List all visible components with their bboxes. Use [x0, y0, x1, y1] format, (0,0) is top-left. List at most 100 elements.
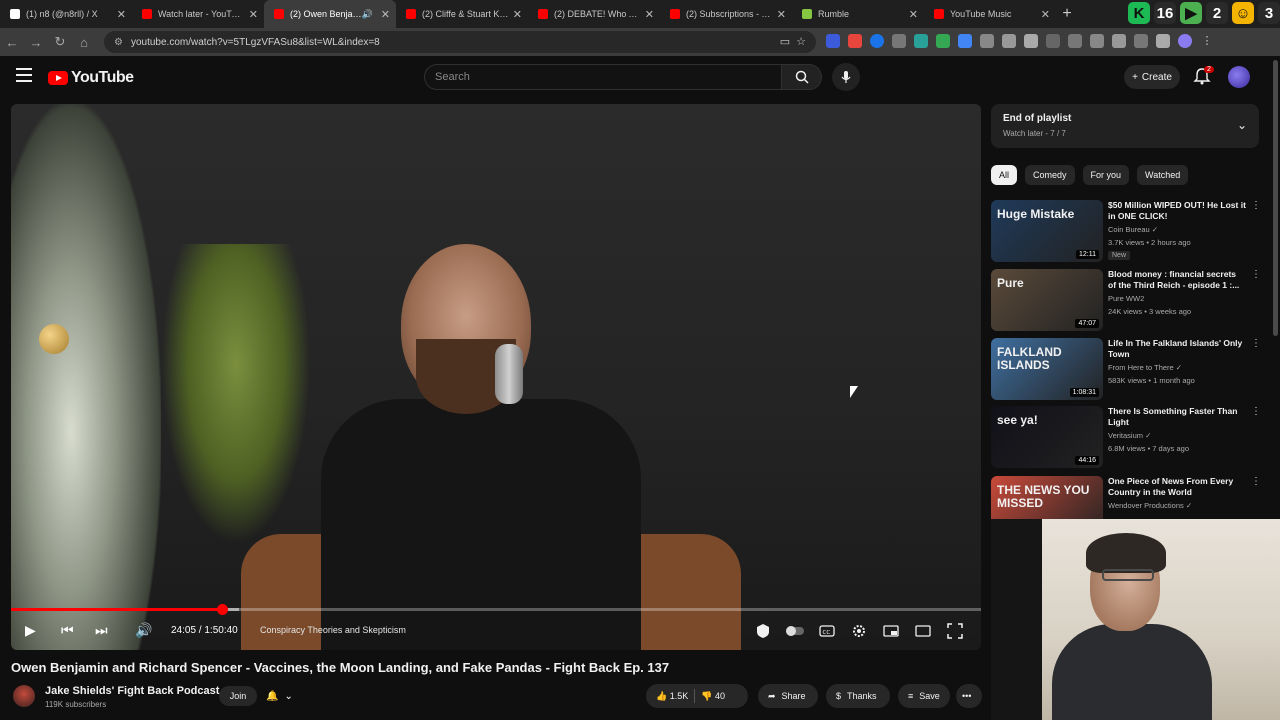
- sidepanel-icon[interactable]: [1112, 34, 1126, 48]
- video-thumbnail[interactable]: see ya! 44:16: [991, 406, 1103, 468]
- voice-search-button[interactable]: [832, 63, 860, 91]
- video-title[interactable]: One Piece of News From Every Country in …: [1108, 476, 1246, 498]
- dislike-button[interactable]: 👎 40: [701, 691, 725, 702]
- video-title[interactable]: $50 Million WIPED OUT! He Lost it in ONE…: [1108, 200, 1246, 222]
- tab-close-icon[interactable]: ✕: [513, 8, 522, 21]
- tab-close-icon[interactable]: ✕: [381, 8, 390, 21]
- forward-icon[interactable]: →: [24, 35, 48, 50]
- extension-icon[interactable]: [958, 34, 972, 48]
- save-button[interactable]: ≡ Save: [898, 684, 950, 708]
- tab-close-icon[interactable]: ✕: [117, 8, 126, 21]
- browser-tab[interactable]: Watch later - YouTube ✕: [132, 0, 264, 28]
- like-button[interactable]: 👍 1.5K: [656, 691, 688, 702]
- install-app-icon[interactable]: ▭: [780, 35, 790, 48]
- tab-close-icon[interactable]: ✕: [1041, 8, 1050, 21]
- extension-icon[interactable]: [870, 34, 884, 48]
- tab-close-icon[interactable]: ✕: [909, 8, 918, 21]
- browser-tab[interactable]: (2) Subscriptions - YouT ✕: [660, 0, 792, 28]
- kebab-menu-icon[interactable]: ⋮: [1200, 34, 1214, 48]
- tab-close-icon[interactable]: ✕: [249, 8, 258, 21]
- channel-name[interactable]: Pure WW2: [1108, 294, 1144, 303]
- cast-icon[interactable]: [915, 623, 931, 639]
- extension-badge[interactable]: 2: [1206, 2, 1228, 24]
- bookmark-star-icon[interactable]: ☆: [796, 35, 806, 48]
- captions-icon[interactable]: CC: [819, 623, 835, 639]
- new-tab-button[interactable]: +: [1056, 5, 1078, 23]
- browser-tab[interactable]: YouTube Music ✕: [924, 0, 1056, 28]
- chip-all[interactable]: All: [991, 165, 1018, 185]
- extension-icon[interactable]: [914, 34, 928, 48]
- devtools-icon[interactable]: [1090, 34, 1104, 48]
- join-button[interactable]: Join: [219, 686, 257, 706]
- video-title[interactable]: Life In The Falkland Islands' Only Town: [1108, 338, 1246, 360]
- video-thumbnail[interactable]: Huge Mistake 12:11: [991, 200, 1103, 262]
- recommended-video[interactable]: Huge Mistake 12:11 $50 Million WIPED OUT! …: [991, 200, 1261, 262]
- address-bar[interactable]: ⚙ youtube.com/watch?v=5TLgzVFASu8&list=W…: [104, 31, 816, 53]
- extension-badge[interactable]: ☺: [1232, 2, 1254, 24]
- video-title[interactable]: There Is Something Faster Than Light: [1108, 406, 1246, 428]
- kebab-menu-icon[interactable]: ⋮: [1251, 338, 1261, 349]
- browser-tab[interactable]: (1) n8 (@n8rll) / X ✕: [0, 0, 132, 28]
- play-icon[interactable]: ▶: [25, 622, 36, 639]
- video-player[interactable]: [11, 104, 981, 650]
- extension-badge[interactable]: 16: [1154, 2, 1176, 24]
- tab-audio-icon[interactable]: 🔊: [362, 9, 373, 20]
- more-actions-button[interactable]: •••: [956, 684, 982, 708]
- channel-name[interactable]: From Here to There ✓: [1108, 363, 1182, 372]
- miniplayer-icon[interactable]: [883, 623, 899, 639]
- kebab-menu-icon[interactable]: ⋮: [1251, 476, 1261, 487]
- video-title[interactable]: Blood money : financial secrets of the T…: [1108, 269, 1246, 291]
- media-icon[interactable]: [1156, 34, 1170, 48]
- sponsorblock-icon[interactable]: [755, 623, 771, 639]
- channel-name[interactable]: Jake Shields' Fight Back Podcast: [45, 685, 219, 697]
- extension-badge[interactable]: K: [1128, 2, 1150, 24]
- browser-tab[interactable]: (2) DEBATE! Who Are th ✕: [528, 0, 660, 28]
- search-button[interactable]: [782, 64, 822, 90]
- site-info-icon[interactable]: ⚙: [114, 37, 123, 48]
- autoplay-toggle-icon[interactable]: [785, 623, 805, 639]
- chevron-down-icon[interactable]: ⌄: [1237, 118, 1247, 132]
- video-progress-bar[interactable]: [11, 604, 981, 615]
- channel-avatar[interactable]: [13, 685, 35, 707]
- youtube-logo[interactable]: YouTube: [48, 69, 134, 87]
- create-button[interactable]: + Create: [1124, 65, 1180, 89]
- video-thumbnail[interactable]: FALKLAND ISLANDS 1:08:31: [991, 338, 1103, 400]
- tab-close-icon[interactable]: ✕: [645, 8, 654, 21]
- channel-name[interactable]: Coin Bureau ✓: [1108, 225, 1158, 234]
- extension-icon[interactable]: [936, 34, 950, 48]
- extension-icon[interactable]: [980, 34, 994, 48]
- extension-icon[interactable]: [826, 34, 840, 48]
- browser-tab[interactable]: Rumble ✕: [792, 0, 924, 28]
- extension-badge[interactable]: 3: [1258, 2, 1280, 24]
- channel-name[interactable]: Veritasium ✓: [1108, 431, 1151, 440]
- subscription-bell-button[interactable]: 🔔 ⌄: [266, 686, 310, 706]
- share-button[interactable]: ➦ Share: [758, 684, 818, 708]
- account-avatar[interactable]: [1228, 66, 1250, 88]
- reading-list-icon[interactable]: [1068, 34, 1082, 48]
- bookmarks-icon[interactable]: [1134, 34, 1148, 48]
- recommended-video[interactable]: FALKLAND ISLANDS 1:08:31 Life In The Falkl…: [991, 338, 1261, 400]
- chip-watched[interactable]: Watched: [1137, 165, 1189, 185]
- extension-badge[interactable]: ▶: [1180, 2, 1202, 24]
- kebab-menu-icon[interactable]: ⋮: [1251, 269, 1261, 280]
- settings-gear-icon[interactable]: [851, 623, 867, 639]
- browser-tab[interactable]: (2) Owen Benjamin 🔊 ✕: [264, 0, 396, 28]
- search-input[interactable]: Search: [424, 64, 782, 90]
- channel-name[interactable]: Wendover Productions ✓: [1108, 501, 1192, 510]
- video-thumbnail[interactable]: Pure 47:07: [991, 269, 1103, 331]
- reload-icon[interactable]: ↻: [48, 34, 72, 50]
- extension-icon[interactable]: [1002, 34, 1016, 48]
- chip-for-you[interactable]: For you: [1082, 165, 1130, 185]
- tab-close-icon[interactable]: ✕: [777, 8, 786, 21]
- next-icon[interactable]: ⏭: [95, 622, 108, 639]
- playlist-panel-header[interactable]: End of playlist Watch later - 7 / 7 ⌄: [991, 104, 1259, 148]
- volume-icon[interactable]: 🔊: [135, 622, 152, 639]
- kebab-menu-icon[interactable]: ⋮: [1251, 200, 1261, 211]
- back-icon[interactable]: ←: [0, 35, 24, 50]
- extension-icon[interactable]: [892, 34, 906, 48]
- chip-comedy[interactable]: Comedy: [1025, 165, 1075, 185]
- extension-icon[interactable]: [848, 34, 862, 48]
- page-scrollbar[interactable]: [1273, 60, 1278, 336]
- history-icon[interactable]: [1046, 34, 1060, 48]
- recommended-video[interactable]: Pure 47:07 Blood money : financial secrets…: [991, 269, 1261, 331]
